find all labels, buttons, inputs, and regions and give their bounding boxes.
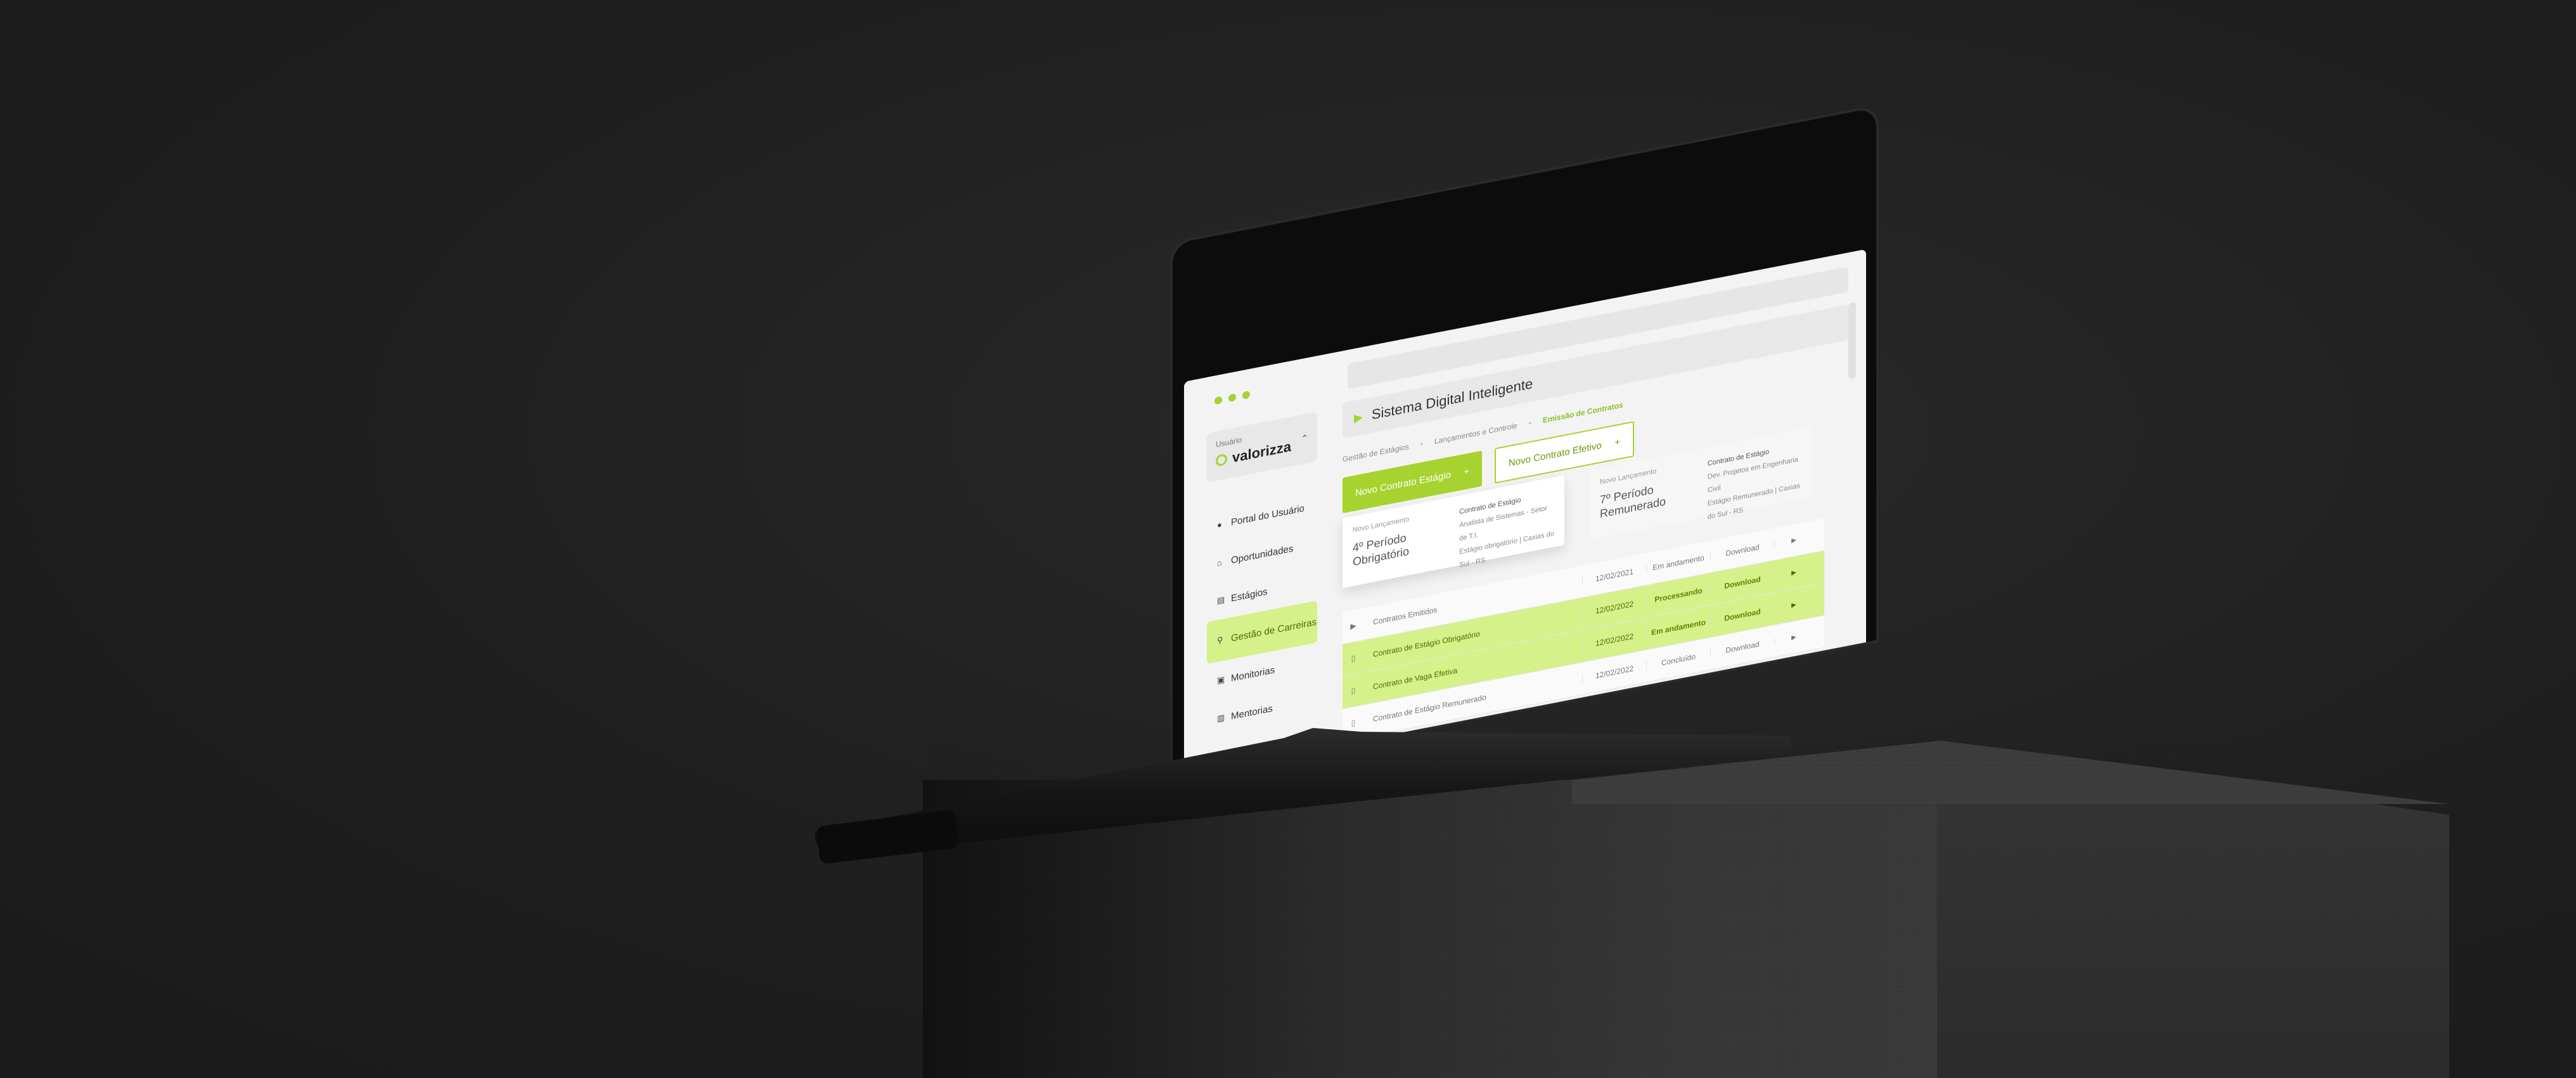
card-details: Contrato de Estágio Dev. Projetos em Eng… (1708, 439, 1801, 521)
cell-date: 12/02/2022 (1582, 597, 1646, 618)
sidebar-item-label: Mentorias (1231, 703, 1273, 722)
sidebar-item-label: Oportunidades (1231, 542, 1294, 566)
scrollbar[interactable] (1848, 301, 1856, 380)
download-link[interactable]: Download (1710, 637, 1774, 658)
sidebar-item-label: Estágios (1231, 585, 1268, 604)
play-icon: ▶ (1354, 410, 1363, 425)
download-link[interactable]: Download (1710, 604, 1774, 626)
play-icon[interactable]: ▶ (1774, 630, 1813, 645)
button-label: Novo Contrato Estágio (1355, 469, 1451, 499)
cell-status: Concluído (1646, 649, 1710, 671)
user-switcher[interactable]: Usuário valorizza ⌃ (1207, 412, 1317, 483)
chart-icon: ▥ (1217, 712, 1225, 724)
chevron-up-down-icon[interactable]: ⌃ (1301, 432, 1308, 445)
plus-icon: + (1614, 436, 1620, 448)
download-link[interactable]: Download (1710, 572, 1774, 594)
play-icon[interactable]: ▶ (1774, 565, 1813, 580)
document-icon: ▯ (1351, 653, 1356, 663)
window-controls (1214, 390, 1250, 405)
page-title: Sistema Digital Inteligente (1371, 375, 1533, 423)
cell-status: Processando (1646, 584, 1710, 606)
breadcrumb-dot-icon: • (1420, 439, 1423, 449)
plus-icon: + (1464, 465, 1469, 477)
document-icon: ▯ (1351, 685, 1356, 696)
window-dot-icon[interactable] (1228, 393, 1236, 403)
scene: Usuário valorizza ⌃ ● Portal do Usuário … (0, 0, 2576, 1078)
user-icon: ● (1217, 519, 1222, 530)
sidebar-item-label: Portal do Usuário (1231, 502, 1304, 528)
window-dot-icon[interactable] (1214, 396, 1222, 405)
breadcrumb-item[interactable]: Gestão de Estágios (1343, 442, 1409, 464)
play-icon[interactable]: ▶ (1774, 597, 1813, 613)
cell-date: 12/02/2022 (1582, 661, 1646, 683)
button-label: Novo Contrato Efetivo (1509, 439, 1602, 469)
briefcase-icon: ▣ (1217, 674, 1225, 685)
breadcrumb-dot-icon: • (1528, 418, 1531, 428)
breadcrumb-current: Emissão de Contratos (1542, 400, 1623, 425)
sidebar: Usuário valorizza ⌃ ● Portal do Usuário … (1207, 410, 1327, 775)
user-label: Usuário (1216, 435, 1242, 450)
cell-status: Em andamento (1646, 552, 1710, 574)
document-icon: ▯ (1351, 718, 1356, 728)
career-icon: ⚲ (1217, 635, 1223, 646)
pin-icon (1216, 453, 1227, 467)
cell-date: 12/02/2021 (1582, 564, 1646, 586)
download-link[interactable]: Download (1710, 540, 1774, 561)
window-dot-icon[interactable] (1242, 390, 1250, 400)
sidebar-item-label: Gestão de Carreiras (1231, 616, 1317, 644)
play-icon[interactable]: ▶ (1774, 533, 1813, 548)
card-details: Contrato de Estágio Analista de Sistemas… (1459, 487, 1554, 569)
card-icon: ▤ (1217, 594, 1225, 606)
sidebar-item-label: Monitorias (1231, 664, 1275, 684)
home-icon: ⌂ (1217, 557, 1222, 568)
cell-status: Em andamento (1646, 616, 1710, 639)
breadcrumb-item[interactable]: Lançamentos e Controle (1434, 421, 1517, 446)
expand-icon[interactable]: ▶ (1343, 620, 1364, 633)
cell-date: 12/02/2022 (1582, 629, 1646, 651)
